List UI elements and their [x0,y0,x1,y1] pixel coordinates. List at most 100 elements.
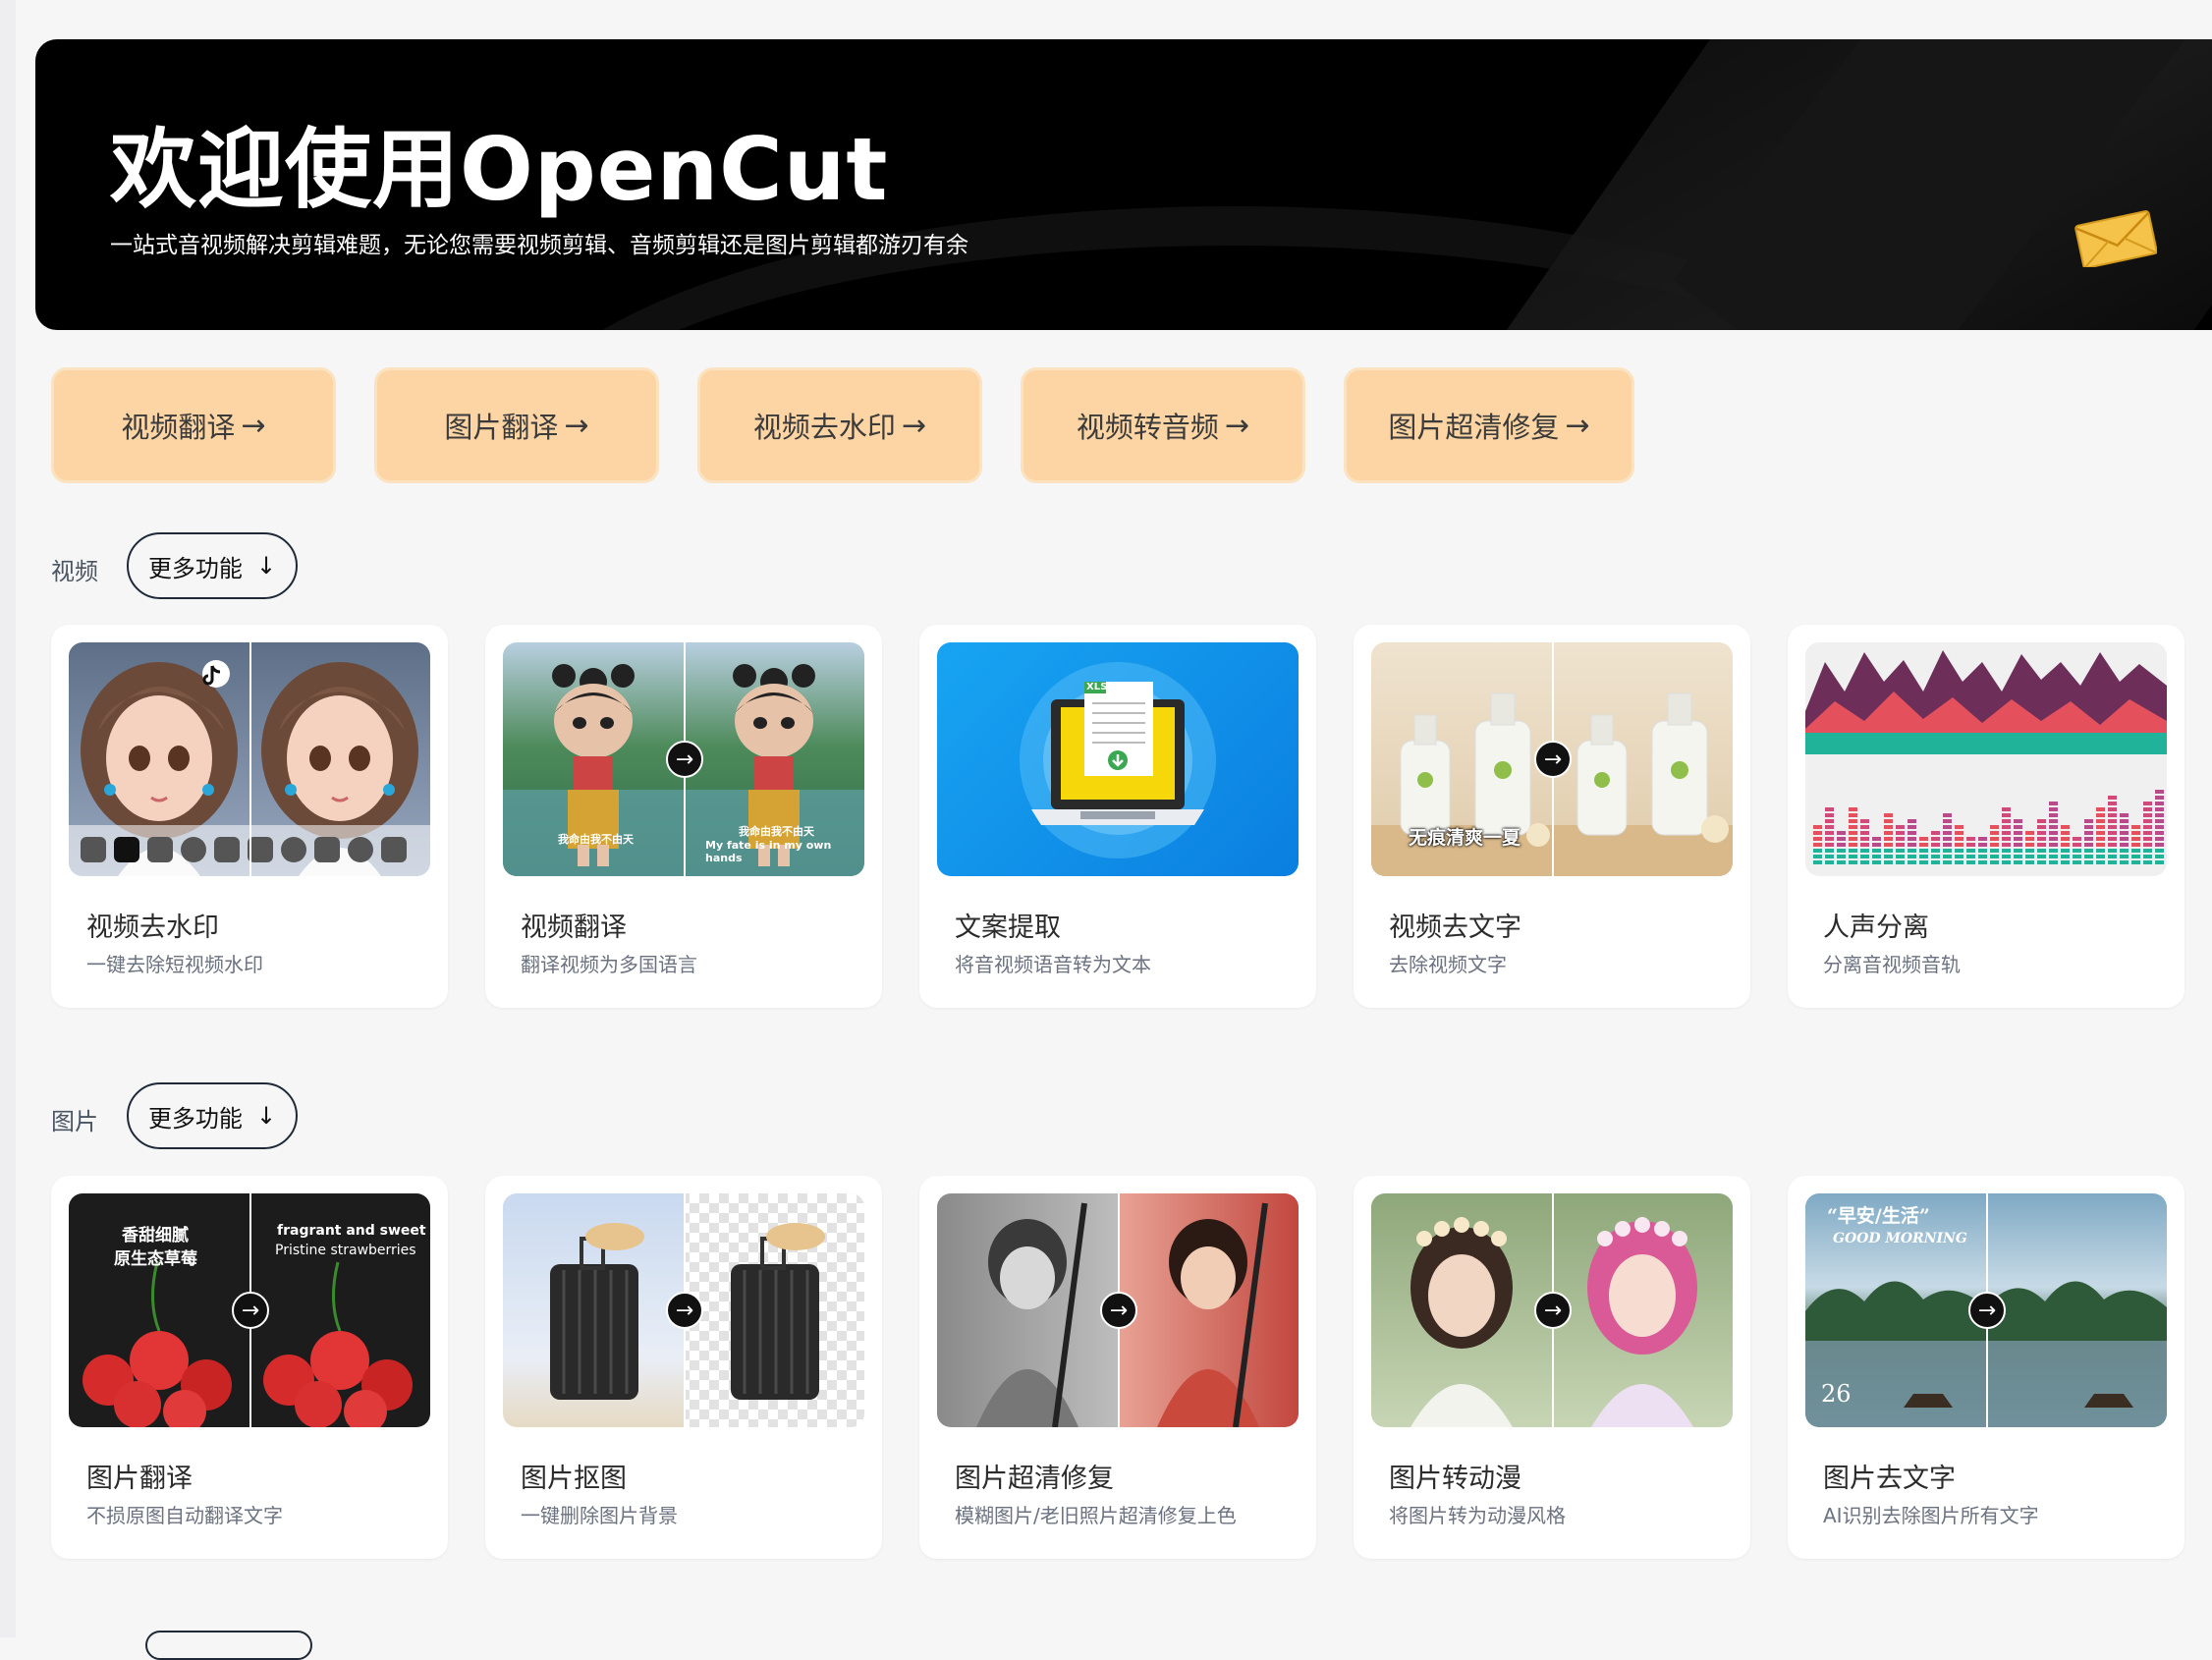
equalizer-bar [1966,843,1975,847]
feature-card-image-anime[interactable]: → 图片转动漫 将图片转为动漫风格 [1354,1176,1750,1559]
quick-link-video-translate[interactable]: 视频翻译 → [51,367,336,483]
equalizer-bar [1813,831,1822,835]
arrow-right-icon: → [1534,741,1572,778]
equalizer-bar [1813,825,1822,829]
equalizer-bar [2143,855,2152,858]
equalizer-bar [1849,831,1857,835]
equalizer-bar [2073,837,2081,841]
equalizer-bar [2037,843,2046,847]
arrow-right-icon: → [564,408,589,443]
equalizer-bar [2143,813,2152,817]
card-thumbnail [69,642,430,876]
equalizer-bar [2096,860,2105,864]
equalizer-bar [2037,837,2046,841]
equalizer-bar [2025,837,2034,841]
equalizer-bar [1884,855,1893,858]
equalizer-bar [2049,860,2058,864]
equalizer-bar [1849,843,1857,847]
equalizer-bar [1919,849,1928,853]
equalizer-bar [1978,855,1987,858]
equalizer-bar [1884,831,1893,835]
equalizer-bar [1837,855,1846,858]
feature-card-vocal-separation[interactable]: 人声分离 分离音视频音轨 [1788,625,2184,1008]
equalizer-bar [2061,825,2070,829]
equalizer-bar [1849,825,1857,829]
equalizer-bar [2025,860,2034,864]
envelope-icon[interactable] [2074,208,2157,267]
equalizer-bar [1978,837,1987,841]
more-features-button[interactable]: 更多功能 ↓ [127,1082,298,1149]
equalizer-bar [2155,860,2164,864]
equalizer-bar [1896,843,1905,847]
equalizer-bar [1884,819,1893,823]
equalizer-bar [1931,837,1940,841]
equalizer-bar [1955,843,1963,847]
equalizer-bar [1943,860,1952,864]
equalizer-bar [2143,831,2152,835]
feature-card-video-remove-text[interactable]: 无痕清爽一夏 → 视频去文字 去除视频文字 [1354,625,1750,1008]
quick-link-label: 视频翻译 [121,411,236,444]
caption-text: 香甜细腻 [122,1226,189,1245]
equalizer-bar [2084,831,2093,835]
equalizer-bar [1872,843,1881,847]
equalizer-bar [1955,849,1963,853]
equalizer-bar [2096,843,2105,847]
feature-card-image-upscale[interactable]: → 图片超清修复 模糊图片/老旧照片超清修复上色 [919,1176,1316,1559]
equalizer-bar [2014,825,2022,829]
sidebar-edge [0,0,16,1637]
split-divider [249,642,251,876]
equalizer-bar [2049,837,2058,841]
card-subtitle: 一键删除图片背景 [521,1504,678,1527]
card-subtitle: 翻译视频为多国语言 [521,953,697,976]
equalizer-bar [2108,855,2117,858]
equalizer-bar [1849,807,1857,811]
equalizer-bar [1955,860,1963,864]
feature-card-text-extract[interactable]: XLS 文案提取 将音视频语音转为文本 [919,625,1316,1008]
quick-link-video-to-audio[interactable]: 视频转音频 → [1021,367,1305,483]
equalizer-bar [1966,849,1975,853]
equalizer-bar [2014,843,2022,847]
equalizer-bar [2037,819,2046,823]
quick-link-video-watermark[interactable]: 视频去水印 → [697,367,982,483]
equalizer-bar [1849,819,1857,823]
equalizer-bar [1990,860,1999,864]
card-thumbnail: 香甜细腻 原生态草莓 fragrant and sweet Pristine s… [69,1193,430,1427]
card-subtitle: AI识别去除图片所有文字 [1823,1504,2039,1527]
more-features-button[interactable]: 更多功能 ↓ [127,532,298,599]
equalizer-bar [2108,837,2117,841]
equalizer-bar [1931,843,1940,847]
equalizer-bar [2049,807,2058,811]
equalizer-bar [1966,860,1975,864]
equalizer-bar [2108,831,2117,835]
equalizer-bar [1860,843,1869,847]
equalizer-bar [2049,813,2058,817]
equalizer-bar [2155,790,2164,794]
equalizer-bar [1813,843,1822,847]
card-subtitle: 去除视频文字 [1389,953,1507,976]
equalizer-bar [2084,819,2093,823]
card-thumbnail [1805,642,2167,876]
quick-link-image-upscale[interactable]: 图片超清修复 → [1344,367,1634,483]
equalizer-bar [2002,837,2011,841]
feature-card-image-translate[interactable]: 香甜细腻 原生态草莓 fragrant and sweet Pristine s… [51,1176,448,1559]
equalizer-bar [2084,860,2093,864]
equalizer-bar [1919,843,1928,847]
feature-card-image-cutout[interactable]: → 图片抠图 一键删除图片背景 [485,1176,882,1559]
equalizer-bar [1884,837,1893,841]
quick-link-image-translate[interactable]: 图片翻译 → [374,367,659,483]
equalizer-bar [2108,807,2117,811]
equalizer-bar [1825,813,1834,817]
feature-card-video-watermark[interactable]: 视频去水印 一键去除短视频水印 [51,625,448,1008]
equalizer-bar [2108,796,2117,800]
more-features-button[interactable] [145,1631,312,1660]
feature-card-video-translate[interactable]: 我命由我不由天 我命由我不由天 My fate is in my own han… [485,625,882,1008]
equalizer-bar [2073,849,2081,853]
caption-text: 26 [1821,1380,1852,1408]
equalizer-bar [1884,843,1893,847]
feature-card-image-remove-text[interactable]: “早安/生活” GOOD MORNING 26 → 图片去文字 AI识别去除图片… [1788,1176,2184,1559]
card-thumbnail: “早安/生活” GOOD MORNING 26 → [1805,1193,2167,1427]
equalizer-bar [1872,837,1881,841]
arrow-right-icon: → [1534,1292,1572,1329]
caption-text: “早安/生活” [1827,1205,1930,1227]
card-subtitle: 模糊图片/老旧照片超清修复上色 [955,1504,1237,1527]
